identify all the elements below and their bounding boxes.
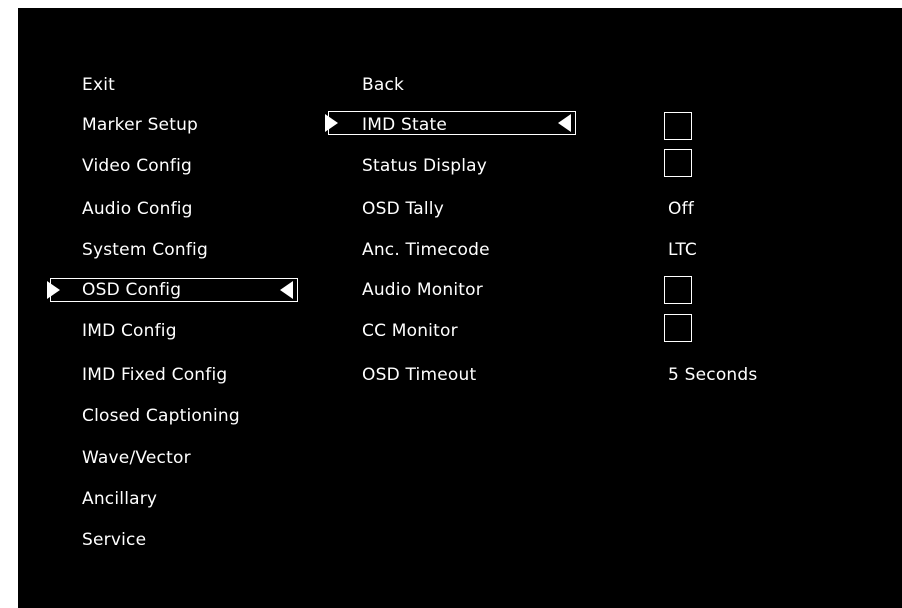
menu-item-ancillary[interactable]: Ancillary [82,488,157,510]
osd-menu-screen: Exit Marker Setup Video Config Audio Con… [18,8,902,608]
menu-item-audio-config[interactable]: Audio Config [82,198,193,220]
menu-item-closed-captioning[interactable]: Closed Captioning [82,405,240,427]
osd-tally-value[interactable]: Off [668,198,694,220]
menu-item-imd-fixed-config[interactable]: IMD Fixed Config [82,364,227,386]
submenu-item-back[interactable]: Back [362,74,404,96]
menu-item-exit[interactable]: Exit [82,74,115,96]
imd-state-checkbox[interactable] [664,112,692,140]
osd-timeout-value[interactable]: 5 Seconds [668,364,757,386]
submenu-arrow-right-icon [325,114,338,132]
submenu-item-audio-monitor[interactable]: Audio Monitor [362,279,483,301]
menu-item-marker-setup[interactable]: Marker Setup [82,114,198,136]
menu-item-service[interactable]: Service [82,529,146,551]
submenu-item-anc-timecode[interactable]: Anc. Timecode [362,239,490,261]
menu-item-wave-vector[interactable]: Wave/Vector [82,447,191,469]
anc-timecode-value[interactable]: LTC [668,239,697,261]
menu-item-system-config[interactable]: System Config [82,239,208,261]
selection-arrow-left-icon [280,281,293,299]
menu-item-osd-config[interactable]: OSD Config [82,279,181,301]
menu-item-imd-config[interactable]: IMD Config [82,320,177,342]
selection-arrow-right-icon [47,281,60,299]
audio-monitor-checkbox[interactable] [664,276,692,304]
cc-monitor-checkbox[interactable] [664,314,692,342]
submenu-item-imd-state[interactable]: IMD State [362,114,447,136]
menu-item-video-config[interactable]: Video Config [82,155,192,177]
submenu-item-status-display[interactable]: Status Display [362,155,487,177]
status-display-checkbox[interactable] [664,149,692,177]
submenu-item-cc-monitor[interactable]: CC Monitor [362,320,458,342]
submenu-item-osd-timeout[interactable]: OSD Timeout [362,364,476,386]
submenu-item-osd-tally[interactable]: OSD Tally [362,198,444,220]
submenu-arrow-left-icon [558,114,571,132]
